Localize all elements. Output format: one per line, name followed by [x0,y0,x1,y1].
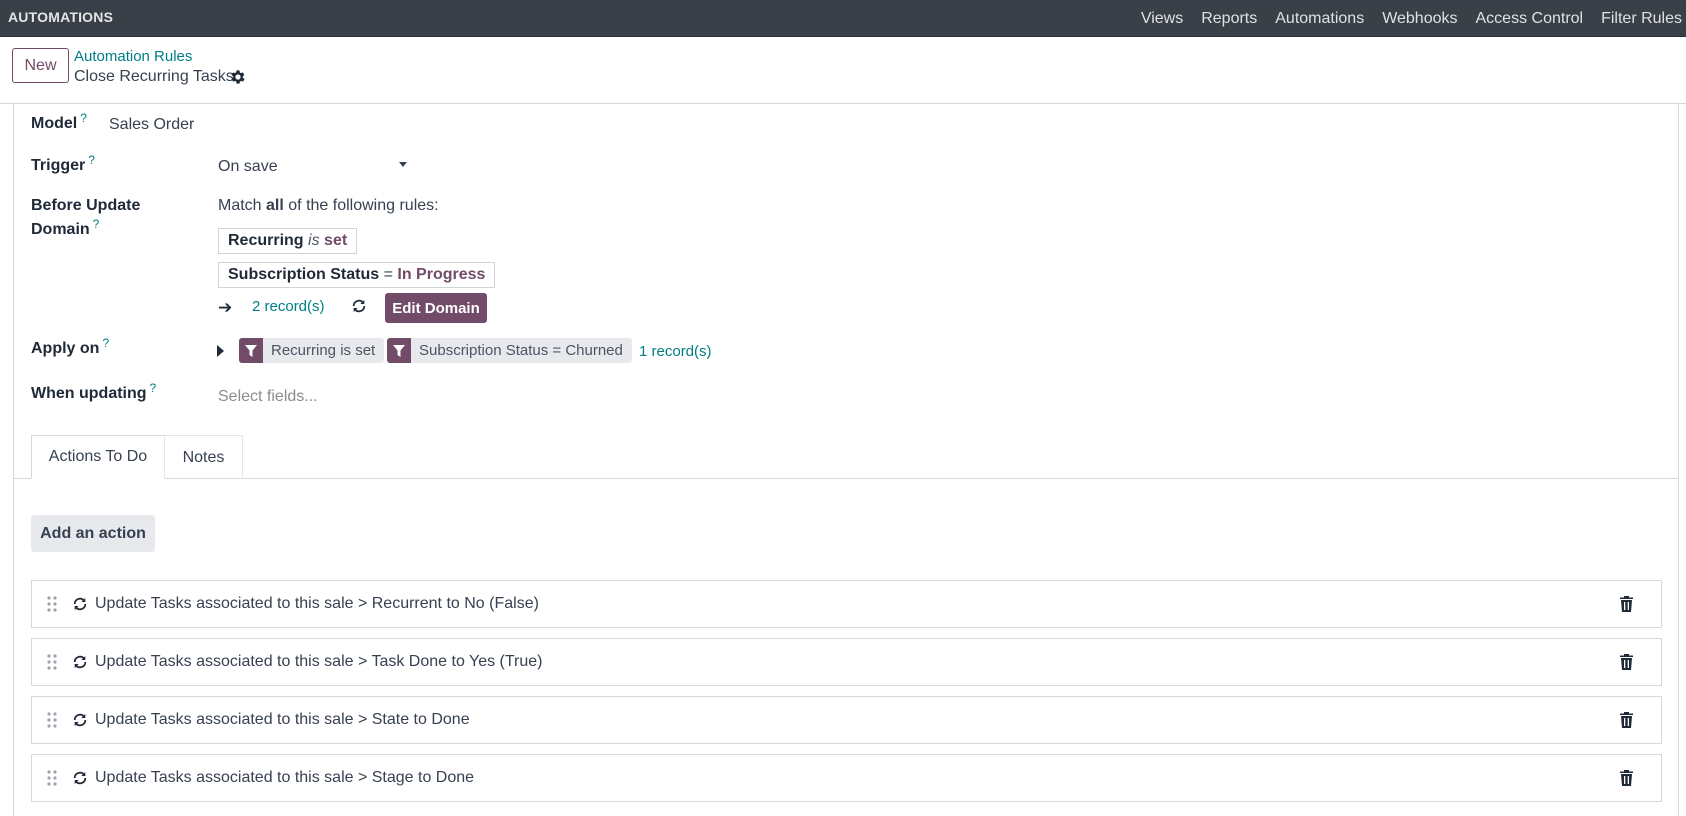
control-panel: New Automation Rules Close Recurring Tas… [0,37,1686,104]
action-label: Update Tasks associated to this sale > R… [95,595,539,612]
apply-on-label: Apply on? [31,336,110,357]
drag-handle-icon[interactable] [47,712,57,728]
when-updating-label: When updating? [31,381,157,402]
action-row[interactable]: Update Tasks associated to this sale > T… [31,638,1662,686]
domain-records-link[interactable]: 2 record(s) [252,298,325,315]
before-update-domain-label-line2: Domain? [31,217,100,238]
refresh-icon[interactable] [351,298,367,314]
model-help[interactable]: ? [80,111,87,125]
apply-on-records-link[interactable]: 1 record(s) [639,343,712,360]
action-row[interactable]: Update Tasks associated to this sale > S… [31,754,1662,802]
action-label: Update Tasks associated to this sale > S… [95,711,470,728]
model-label: Model? [31,111,87,132]
model-value: Sales Order [109,116,195,133]
trash-icon[interactable] [1620,596,1633,612]
apply-on-help[interactable]: ? [102,336,109,350]
before-update-domain-label-line1: Before Update [31,197,141,214]
tab-notes[interactable]: Notes [164,435,243,479]
domain-help[interactable]: ? [93,217,100,231]
filter-icon [387,338,411,363]
menu-webhooks[interactable]: Webhooks [1382,10,1457,28]
menu-access-control[interactable]: Access Control [1476,10,1584,28]
breadcrumb-automation-rules[interactable]: Automation Rules [74,48,192,65]
action-row[interactable]: Update Tasks associated to this sale > R… [31,580,1662,628]
trigger-select[interactable]: On save [218,158,278,176]
menu-filter-rules[interactable]: Filter Rules [1601,10,1682,28]
edit-domain-button[interactable]: Edit Domain [385,293,487,323]
app-brand[interactable]: AUTOMATIONS [8,9,113,25]
domain-rule-subscription-status[interactable]: Subscription Status = In Progress [218,262,496,288]
action-row[interactable]: Update Tasks associated to this sale > S… [31,696,1662,744]
top-navbar: AUTOMATIONS Views Reports Automations We… [0,0,1686,37]
gear-icon[interactable] [229,68,247,86]
trash-icon[interactable] [1620,712,1633,728]
filter-icon [239,338,263,363]
filter-facet-subscription-status[interactable]: Subscription Status = Churned [387,338,632,363]
drag-handle-icon[interactable] [47,770,57,786]
trigger-label: Trigger? [31,153,95,174]
refresh-icon [73,655,87,669]
chevron-down-icon[interactable] [399,162,407,167]
trash-icon[interactable] [1620,770,1633,786]
refresh-icon [73,771,87,785]
refresh-icon [73,713,87,727]
menu-reports[interactable]: Reports [1201,10,1257,28]
breadcrumb-current: Close Recurring Tasks [74,68,234,85]
domain-match-text: Match all of the following rules: [218,197,439,214]
refresh-icon [73,597,87,611]
trash-icon[interactable] [1620,654,1633,670]
menu-views[interactable]: Views [1141,10,1183,28]
tabs-divider [13,478,1679,479]
domain-rule-recurring[interactable]: Recurring is set [218,228,358,254]
menu-automations[interactable]: Automations [1275,10,1364,28]
arrow-right-icon: ➔ [218,298,233,317]
action-label: Update Tasks associated to this sale > S… [95,769,475,786]
expand-caret-icon[interactable] [217,345,224,357]
when-updating-field-select[interactable]: Select fields... [218,388,318,406]
tab-actions-to-do[interactable]: Actions To Do [31,435,165,479]
new-button[interactable]: New [12,48,69,83]
trigger-help[interactable]: ? [88,153,95,167]
drag-handle-icon[interactable] [47,596,57,612]
drag-handle-icon[interactable] [47,654,57,670]
when-updating-help[interactable]: ? [150,381,157,395]
action-label: Update Tasks associated to this sale > T… [95,653,543,670]
filter-facet-recurring[interactable]: Recurring is set [239,338,385,363]
top-menu: Views Reports Automations Webhooks Acces… [1141,0,1686,37]
add-action-button[interactable]: Add an action [31,515,155,552]
